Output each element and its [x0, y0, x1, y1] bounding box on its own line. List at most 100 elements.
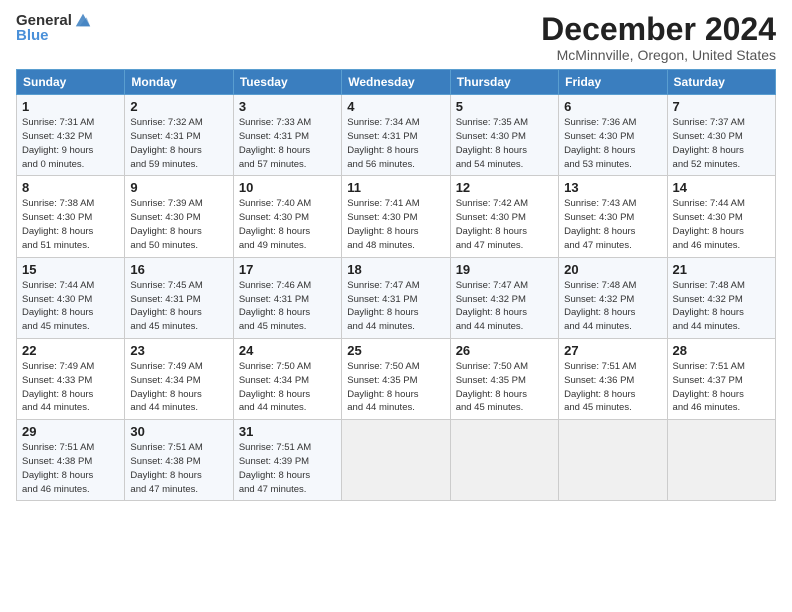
day-info: Sunrise: 7:40 AMSunset: 4:30 PMDaylight:… [239, 198, 311, 250]
title-block: December 2024 McMinnville, Oregon, Unite… [541, 12, 776, 63]
day-info: Sunrise: 7:50 AMSunset: 4:35 PMDaylight:… [347, 361, 419, 413]
day-info: Sunrise: 7:37 AMSunset: 4:30 PMDaylight:… [673, 117, 745, 169]
day-info: Sunrise: 7:47 AMSunset: 4:32 PMDaylight:… [456, 280, 528, 332]
day-info: Sunrise: 7:51 AMSunset: 4:39 PMDaylight:… [239, 442, 311, 494]
day-number: 3 [239, 99, 336, 114]
day-number: 14 [673, 180, 770, 195]
day-number: 31 [239, 424, 336, 439]
day-info: Sunrise: 7:46 AMSunset: 4:31 PMDaylight:… [239, 280, 311, 332]
day-number: 20 [564, 262, 661, 277]
logo: General Blue [16, 12, 92, 45]
day-info: Sunrise: 7:44 AMSunset: 4:30 PMDaylight:… [22, 280, 94, 332]
day-info: Sunrise: 7:49 AMSunset: 4:34 PMDaylight:… [130, 361, 202, 413]
day-header-tuesday: Tuesday [233, 70, 341, 95]
calendar-cell: 16 Sunrise: 7:45 AMSunset: 4:31 PMDayligh… [125, 257, 233, 338]
logo-blue-text: Blue [16, 28, 49, 45]
day-number: 4 [347, 99, 444, 114]
calendar-cell: 21Sunrise: 7:48 AMSunset: 4:32 PMDayligh… [667, 257, 775, 338]
day-header-wednesday: Wednesday [342, 70, 450, 95]
day-number: 23 [130, 343, 227, 358]
calendar-cell: 19 Sunrise: 7:47 AMSunset: 4:32 PMDayligh… [450, 257, 558, 338]
calendar-cell: 22 Sunrise: 7:49 AMSunset: 4:33 PMDayligh… [17, 338, 125, 419]
day-info: Sunrise: 7:51 AMSunset: 4:37 PMDaylight:… [673, 361, 745, 413]
day-info: Sunrise: 7:51 AMSunset: 4:36 PMDaylight:… [564, 361, 636, 413]
week-row-5: 29 Sunrise: 7:51 AMSunset: 4:38 PMDayligh… [17, 420, 776, 501]
logo-icon [74, 12, 92, 30]
day-number: 10 [239, 180, 336, 195]
day-info: Sunrise: 7:51 AMSunset: 4:38 PMDaylight:… [130, 442, 202, 494]
calendar-cell: 11Sunrise: 7:41 AMSunset: 4:30 PMDayligh… [342, 176, 450, 257]
day-info: Sunrise: 7:50 AMSunset: 4:34 PMDaylight:… [239, 361, 311, 413]
calendar-cell: 3 Sunrise: 7:33 AMSunset: 4:31 PMDaylight… [233, 95, 341, 176]
day-number: 29 [22, 424, 119, 439]
day-number: 6 [564, 99, 661, 114]
day-number: 21 [673, 262, 770, 277]
day-number: 26 [456, 343, 553, 358]
day-info: Sunrise: 7:49 AMSunset: 4:33 PMDaylight:… [22, 361, 94, 413]
calendar-cell: 9 Sunrise: 7:39 AMSunset: 4:30 PMDaylight… [125, 176, 233, 257]
calendar-cell: 17Sunrise: 7:46 AMSunset: 4:31 PMDayligh… [233, 257, 341, 338]
calendar-cell: 26 Sunrise: 7:50 AMSunset: 4:35 PMDayligh… [450, 338, 558, 419]
day-number: 27 [564, 343, 661, 358]
day-number: 24 [239, 343, 336, 358]
day-info: Sunrise: 7:45 AMSunset: 4:31 PMDaylight:… [130, 280, 202, 332]
day-header-friday: Friday [559, 70, 667, 95]
calendar-cell: 6Sunrise: 7:36 AMSunset: 4:30 PMDaylight… [559, 95, 667, 176]
day-number: 18 [347, 262, 444, 277]
day-info: Sunrise: 7:50 AMSunset: 4:35 PMDaylight:… [456, 361, 528, 413]
calendar-cell: 28 Sunrise: 7:51 AMSunset: 4:37 PMDayligh… [667, 338, 775, 419]
calendar-cell: 15Sunrise: 7:44 AMSunset: 4:30 PMDayligh… [17, 257, 125, 338]
location-text: McMinnville, Oregon, United States [541, 47, 776, 63]
day-info: Sunrise: 7:32 AMSunset: 4:31 PMDaylight:… [130, 117, 202, 169]
calendar-cell: 29 Sunrise: 7:51 AMSunset: 4:38 PMDayligh… [17, 420, 125, 501]
day-header-monday: Monday [125, 70, 233, 95]
day-info: Sunrise: 7:39 AMSunset: 4:30 PMDaylight:… [130, 198, 202, 250]
day-header-saturday: Saturday [667, 70, 775, 95]
day-info: Sunrise: 7:44 AMSunset: 4:30 PMDaylight:… [673, 198, 745, 250]
page-container: General Blue December 2024 McMinnville, … [0, 0, 792, 509]
calendar-cell: 23 Sunrise: 7:49 AMSunset: 4:34 PMDayligh… [125, 338, 233, 419]
day-info: Sunrise: 7:48 AMSunset: 4:32 PMDaylight:… [564, 280, 636, 332]
day-info: Sunrise: 7:51 AMSunset: 4:38 PMDaylight:… [22, 442, 94, 494]
day-number: 16 [130, 262, 227, 277]
week-row-2: 8 Sunrise: 7:38 AMSunset: 4:30 PMDaylight… [17, 176, 776, 257]
day-number: 19 [456, 262, 553, 277]
day-info: Sunrise: 7:42 AMSunset: 4:30 PMDaylight:… [456, 198, 528, 250]
calendar-cell [559, 420, 667, 501]
day-number: 8 [22, 180, 119, 195]
calendar-cell: 25 Sunrise: 7:50 AMSunset: 4:35 PMDayligh… [342, 338, 450, 419]
day-info: Sunrise: 7:43 AMSunset: 4:30 PMDaylight:… [564, 198, 636, 250]
calendar-cell: 30 Sunrise: 7:51 AMSunset: 4:38 PMDayligh… [125, 420, 233, 501]
header: General Blue December 2024 McMinnville, … [16, 12, 776, 63]
day-number: 25 [347, 343, 444, 358]
calendar-cell: 7Sunrise: 7:37 AMSunset: 4:30 PMDaylight… [667, 95, 775, 176]
calendar-cell: 1Sunrise: 7:31 AMSunset: 4:32 PMDaylight… [17, 95, 125, 176]
day-info: Sunrise: 7:34 AMSunset: 4:31 PMDaylight:… [347, 117, 419, 169]
day-number: 12 [456, 180, 553, 195]
week-row-3: 15Sunrise: 7:44 AMSunset: 4:30 PMDayligh… [17, 257, 776, 338]
week-row-4: 22 Sunrise: 7:49 AMSunset: 4:33 PMDayligh… [17, 338, 776, 419]
calendar-cell [342, 420, 450, 501]
day-number: 5 [456, 99, 553, 114]
day-info: Sunrise: 7:47 AMSunset: 4:31 PMDaylight:… [347, 280, 419, 332]
day-number: 22 [22, 343, 119, 358]
day-info: Sunrise: 7:38 AMSunset: 4:30 PMDaylight:… [22, 198, 94, 250]
day-number: 2 [130, 99, 227, 114]
calendar-cell: 12 Sunrise: 7:42 AMSunset: 4:30 PMDayligh… [450, 176, 558, 257]
day-number: 9 [130, 180, 227, 195]
day-info: Sunrise: 7:33 AMSunset: 4:31 PMDaylight:… [239, 117, 311, 169]
calendar-cell: 5Sunrise: 7:35 AMSunset: 4:30 PMDaylight… [450, 95, 558, 176]
calendar-cell: 18 Sunrise: 7:47 AMSunset: 4:31 PMDayligh… [342, 257, 450, 338]
day-number: 28 [673, 343, 770, 358]
day-number: 30 [130, 424, 227, 439]
month-title: December 2024 [541, 12, 776, 47]
day-info: Sunrise: 7:41 AMSunset: 4:30 PMDaylight:… [347, 198, 419, 250]
day-header-thursday: Thursday [450, 70, 558, 95]
day-number: 1 [22, 99, 119, 114]
calendar-cell: 10 Sunrise: 7:40 AMSunset: 4:30 PMDayligh… [233, 176, 341, 257]
calendar-cell: 14 Sunrise: 7:44 AMSunset: 4:30 PMDayligh… [667, 176, 775, 257]
calendar-cell: 20 Sunrise: 7:48 AMSunset: 4:32 PMDayligh… [559, 257, 667, 338]
calendar-cell: 2 Sunrise: 7:32 AMSunset: 4:31 PMDaylight… [125, 95, 233, 176]
calendar-cell [667, 420, 775, 501]
calendar-cell: 27 Sunrise: 7:51 AMSunset: 4:36 PMDayligh… [559, 338, 667, 419]
